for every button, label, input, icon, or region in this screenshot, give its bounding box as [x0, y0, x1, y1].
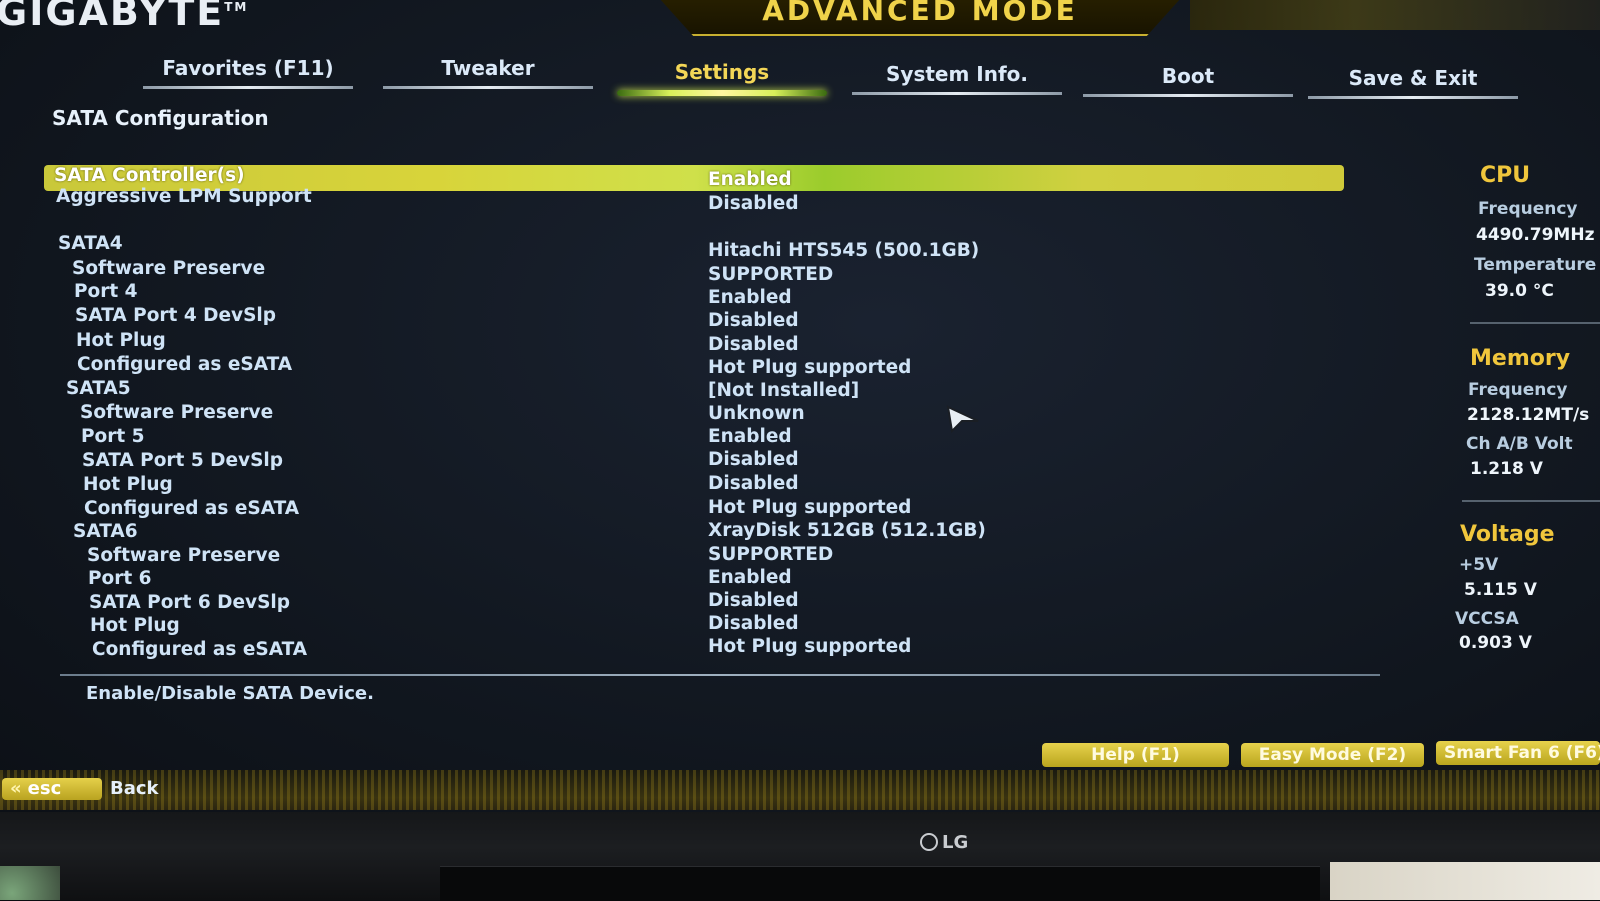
setting-label: Configured as eSATA: [77, 354, 293, 375]
setting-value: Unknown: [708, 403, 805, 424]
setting-value: Enabled: [708, 426, 792, 447]
cpu-heading: CPU: [1480, 163, 1531, 188]
lg-circle-icon: [920, 833, 938, 851]
bottom-bar: [0, 770, 1600, 810]
setting-label: Port 6: [88, 568, 152, 589]
setting-label: Port 5: [81, 426, 145, 447]
memory-frequency-label: Frequency: [1468, 380, 1568, 400]
bios-screen: GIGABYTETM ADVANCED MODE Favorites (F11)…: [0, 0, 1600, 812]
setting-value: Hitachi HTS545 (500.1GB): [708, 240, 980, 261]
setting-value: Enabled: [708, 567, 792, 588]
tab-save-exit[interactable]: Save & Exit: [1308, 62, 1518, 104]
mode-title: ADVANCED MODE: [762, 0, 1078, 27]
setting-value: Enabled: [708, 287, 792, 308]
tab-system-info[interactable]: System Info.: [852, 58, 1062, 100]
tab-underline: [383, 86, 593, 89]
gigabyte-logo: GIGABYTETM: [0, 0, 249, 34]
setting-label: SATA4: [58, 233, 123, 254]
tab-underline: [617, 90, 827, 96]
tab-label: Settings: [674, 60, 770, 84]
setting-value: Disabled: [708, 193, 799, 214]
setting-value: Disabled: [708, 613, 799, 634]
tab-label: Tweaker: [441, 56, 535, 80]
double-chevron-left-icon: «: [10, 778, 22, 799]
setting-value: [Not Installed]: [708, 380, 860, 401]
setting-label: SATA5: [66, 378, 131, 399]
tab-underline: [852, 92, 1062, 95]
setting-label: Hot Plug: [83, 474, 173, 495]
cpu-frequency-value: 4490.79MHz: [1476, 225, 1595, 245]
setting-value: XrayDisk 512GB (512.1GB): [708, 520, 986, 541]
setting-label: Configured as eSATA: [92, 639, 308, 660]
setting-label: SATA Port 6 DevSlp: [89, 592, 291, 613]
help-description: Enable/Disable SATA Device.: [86, 683, 374, 704]
setting-value: Disabled: [708, 473, 799, 494]
voltage-5v-label: +5V: [1459, 555, 1499, 575]
desk-surface: [1330, 862, 1600, 900]
tab-underline: [143, 86, 353, 89]
memory-volt-label: Ch A/B Volt: [1466, 434, 1573, 454]
setting-value: Disabled: [708, 334, 799, 355]
setting-label: Port 4: [74, 281, 138, 302]
voltage-vccsa-value: 0.903 V: [1459, 633, 1532, 653]
setting-label: SATA6: [73, 521, 138, 542]
setting-label: Hot Plug: [76, 330, 166, 351]
voltage-heading: Voltage: [1460, 522, 1555, 547]
setting-label: Software Preserve: [72, 258, 266, 279]
setting-value: Disabled: [708, 310, 799, 331]
tab-underline: [1083, 94, 1293, 97]
tab-underline: [1308, 96, 1518, 99]
setting-value: Disabled: [708, 590, 799, 611]
memory-frequency-value: 2128.12MT/s: [1467, 405, 1590, 425]
setting-label: SATA Port 5 DevSlp: [82, 450, 284, 471]
setting-label: Software Preserve: [80, 402, 274, 423]
tab-label: Save & Exit: [1348, 66, 1478, 90]
easy-mode-button[interactable]: Easy Mode (F2): [1241, 743, 1424, 767]
esc-label: esc: [27, 778, 62, 799]
setting-label: Software Preserve: [87, 545, 281, 566]
setting-label: SATA Controller(s): [54, 165, 245, 186]
voltage-vccsa-label: VCCSA: [1455, 609, 1519, 629]
tab-settings[interactable]: Settings: [617, 56, 827, 98]
setting-label: Configured as eSATA: [84, 498, 300, 519]
setting-label: Hot Plug: [90, 615, 180, 636]
setting-value: SUPPORTED: [708, 544, 834, 565]
tab-label: Boot: [1161, 64, 1215, 88]
lg-logo: LG: [920, 832, 968, 853]
setting-label: Aggressive LPM Support: [56, 186, 312, 207]
voltage-5v-value: 5.115 V: [1464, 580, 1537, 600]
esc-button[interactable]: «esc: [2, 778, 102, 800]
back-label: Back: [110, 778, 159, 799]
setting-value: Hot Plug supported: [708, 497, 912, 518]
monitor-stand: [440, 866, 1320, 901]
divider: [60, 674, 1380, 676]
header-decoration: [1190, 0, 1600, 30]
memory-volt-value: 1.218 V: [1470, 459, 1543, 479]
setting-value: Disabled: [708, 449, 799, 470]
tab-boot[interactable]: Boot: [1083, 60, 1293, 102]
tab-favorites[interactable]: Favorites (F11): [143, 52, 353, 94]
tab-label: System Info.: [886, 62, 1028, 86]
tab-label: Favorites (F11): [162, 56, 334, 80]
desk-object: [0, 866, 60, 900]
mouse-pointer-icon: [946, 405, 979, 433]
setting-value: Hot Plug supported: [708, 357, 912, 378]
cpu-temperature-value: 39.0 °C: [1485, 281, 1554, 301]
setting-value: Enabled: [708, 169, 792, 190]
setting-value: SUPPORTED: [708, 264, 834, 285]
tab-tweaker[interactable]: Tweaker: [383, 52, 593, 94]
help-button[interactable]: Help (F1): [1042, 743, 1229, 767]
section-title: SATA Configuration: [52, 106, 269, 130]
memory-heading: Memory: [1470, 346, 1571, 371]
setting-label: SATA Port 4 DevSlp: [75, 305, 277, 326]
setting-value: Hot Plug supported: [708, 636, 912, 657]
cpu-frequency-label: Frequency: [1478, 199, 1578, 219]
cpu-temperature-label: Temperature: [1474, 255, 1597, 275]
monitor-divider: [1470, 322, 1600, 324]
monitor-divider: [1462, 500, 1600, 502]
smart-fan-button[interactable]: Smart Fan 6 (F6): [1436, 741, 1600, 765]
